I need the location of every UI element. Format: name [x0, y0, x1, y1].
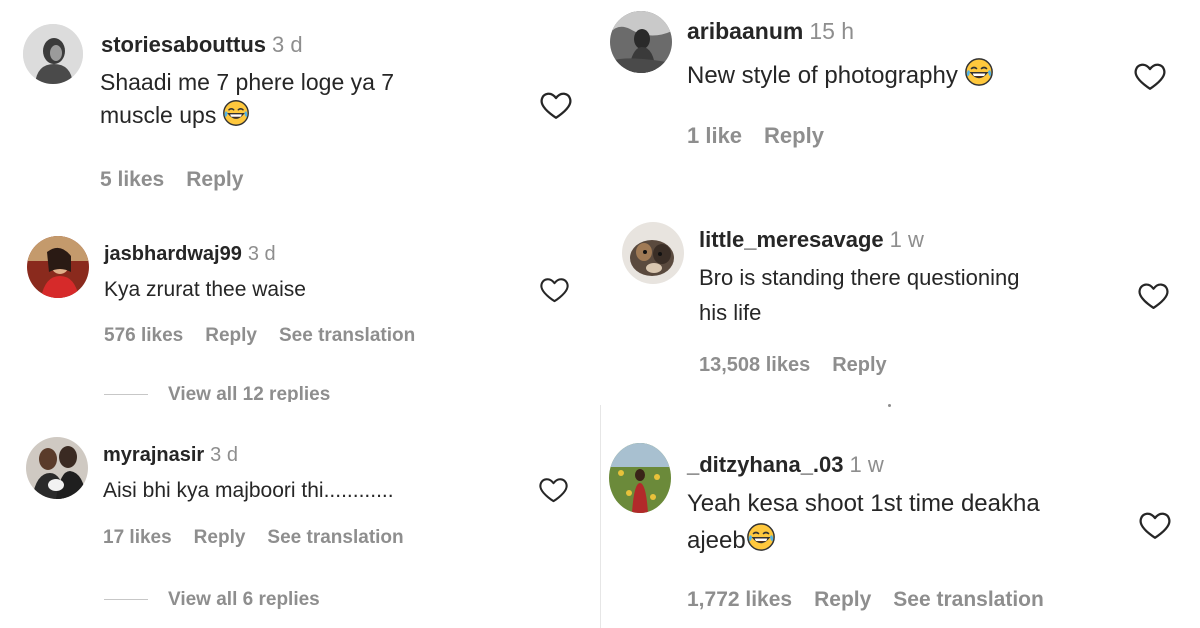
like-heart-icon[interactable]	[1133, 59, 1167, 93]
avatar[interactable]	[609, 443, 671, 513]
reply-button[interactable]: Reply	[205, 325, 257, 346]
reply-button[interactable]: Reply	[186, 168, 243, 191]
username[interactable]: storiesabouttus 3 d	[101, 32, 303, 58]
like-heart-icon[interactable]	[539, 88, 573, 122]
comment-actions: 1,772 likes Reply See translation	[687, 588, 1066, 612]
comment-text: Kya zrurat thee waise	[104, 278, 306, 301]
comment-text: Yeah kesa shoot 1st time deakha ajeeb	[687, 490, 1040, 555]
comment-item: myrajnasir 3 d Aisi bhi kya majboori thi.…	[0, 425, 590, 628]
laughing-tears-emoji-icon	[964, 57, 994, 87]
like-heart-icon[interactable]	[538, 474, 569, 505]
timestamp: 3 d	[210, 444, 238, 466]
comment-text: New style of photography	[687, 57, 1147, 94]
panel-divider	[600, 405, 601, 628]
timestamp: 1 w	[889, 227, 924, 252]
avatar-photo-icon	[609, 443, 671, 513]
like-heart-icon[interactable]	[1138, 508, 1172, 542]
reply-button[interactable]: Reply	[194, 527, 246, 548]
likes-count[interactable]: 576 likes	[104, 325, 183, 346]
comment-text: Aisi bhi kya majboori thi............	[103, 479, 394, 502]
reply-button[interactable]: Reply	[814, 588, 871, 611]
view-replies-button[interactable]: View all 12 replies	[104, 384, 330, 402]
comment-item: _ditzyhana_.03 1 w Yeah kesa shoot 1st ti…	[605, 420, 1200, 628]
likes-count[interactable]: 1 like	[687, 123, 742, 148]
laughing-tears-emoji-icon	[222, 99, 250, 127]
like-heart-icon[interactable]	[1137, 279, 1170, 312]
avatar[interactable]	[23, 24, 83, 84]
username[interactable]: aribaanum 15 h	[687, 18, 854, 45]
avatar[interactable]	[610, 11, 672, 73]
likes-count[interactable]: 1,772 likes	[687, 588, 792, 611]
comment-item: jasbhardwaj99 3 d Kya zrurat thee waise 5…	[0, 225, 590, 405]
replies-divider-line	[104, 599, 148, 601]
avatar-photo-icon	[610, 11, 672, 73]
likes-count[interactable]: 13,508 likes	[699, 354, 810, 376]
likes-count[interactable]: 5 likes	[100, 168, 164, 191]
username[interactable]: myrajnasir 3 d	[103, 444, 238, 467]
timestamp: 1 w	[849, 452, 884, 477]
comment-item: aribaanum 15 h New style of photography 1…	[605, 0, 1200, 200]
like-heart-icon[interactable]	[539, 274, 570, 305]
avatar[interactable]	[26, 437, 88, 499]
timestamp: 3 d	[272, 32, 303, 57]
username[interactable]: little_meresavage 1 w	[699, 227, 924, 253]
comment-actions: 1 like Reply	[687, 123, 846, 149]
view-replies-button[interactable]: View all 6 replies	[104, 589, 320, 611]
comment-item: little_meresavage 1 w Bro is standing the…	[605, 210, 1200, 405]
avatar-photo-icon	[26, 437, 88, 499]
username[interactable]: jasbhardwaj99 3 d	[104, 243, 276, 266]
see-translation-button[interactable]: See translation	[279, 325, 415, 346]
username[interactable]: _ditzyhana_.03 1 w	[687, 452, 884, 478]
avatar[interactable]	[27, 236, 89, 298]
reply-button[interactable]: Reply	[764, 123, 824, 148]
avatar-photo-icon	[23, 24, 83, 84]
comment-actions: 17 likes Reply See translation	[103, 527, 426, 549]
comment-item: storiesabouttus 3 d Shaadi me 7 phere log…	[0, 0, 590, 200]
timestamp: 15 h	[809, 18, 855, 44]
see-translation-button[interactable]: See translation	[267, 527, 403, 548]
timestamp: 3 d	[247, 243, 276, 265]
comment-text: Bro is standing there questioning his li…	[699, 265, 1020, 326]
comment-text: Shaadi me 7 phere loge ya 7 muscle ups	[100, 69, 395, 129]
avatar-photo-icon	[622, 222, 684, 284]
avatar[interactable]	[622, 222, 684, 284]
laughing-tears-emoji-icon	[746, 522, 776, 552]
reply-button[interactable]: Reply	[832, 354, 886, 376]
separator-dot	[888, 404, 891, 407]
comment-actions: 13,508 likes Reply	[699, 354, 909, 377]
likes-count[interactable]: 17 likes	[103, 527, 172, 548]
replies-divider-line	[104, 394, 148, 396]
avatar-photo-icon	[27, 236, 89, 298]
comment-actions: 576 likes Reply See translation	[104, 325, 437, 347]
see-translation-button[interactable]: See translation	[893, 588, 1044, 611]
comment-actions: 5 likes Reply	[100, 168, 265, 192]
